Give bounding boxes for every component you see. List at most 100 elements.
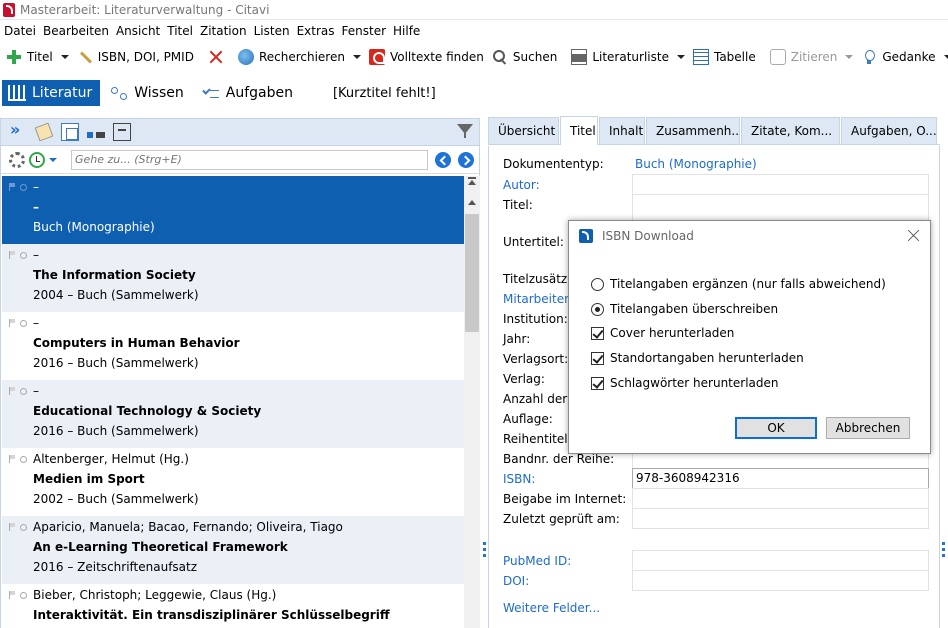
previous-arrow-icon[interactable] <box>435 151 451 168</box>
checkbox[interactable] <box>591 326 604 340</box>
module-knowledge[interactable]: Wissen <box>104 80 192 106</box>
author-label[interactable]: Autor: <box>503 178 540 192</box>
flag-icon[interactable] <box>9 455 16 463</box>
gear-icon[interactable] <box>9 151 25 168</box>
menu-bearbeiten[interactable]: Bearbeiten <box>41 24 114 38</box>
scroll-up-icon[interactable] <box>468 180 476 185</box>
list-item[interactable]: Altenberger, Helmut (Hg.) Medien im Spor… <box>2 448 464 516</box>
cancel-button[interactable]: Abbrechen <box>826 417 910 439</box>
more-fields-link[interactable]: Weitere Felder... <box>503 601 600 615</box>
menu-datei[interactable]: Datei <box>2 24 41 38</box>
research-button[interactable]: Recherchieren <box>234 45 365 69</box>
radio-button[interactable] <box>591 302 604 316</box>
reference-list-scrollbar[interactable] <box>464 176 480 628</box>
last-checked-field[interactable] <box>632 508 929 529</box>
option-keywords-checkbox[interactable]: Schlagwörter herunterladen <box>591 376 779 390</box>
scrollbar-thumb[interactable] <box>465 214 479 332</box>
delete-button[interactable] <box>204 45 228 69</box>
scroll-up-icon[interactable] <box>468 200 476 205</box>
chevron-down-icon[interactable] <box>60 54 69 59</box>
menu-titel[interactable]: Titel <box>165 24 198 38</box>
online-supplement-field[interactable] <box>632 488 929 509</box>
list-item[interactable]: – – Buch (Monographie) <box>2 176 464 244</box>
ok-button[interactable]: OK <box>735 417 817 439</box>
chevron-down-icon[interactable] <box>49 157 57 162</box>
export-icon[interactable] <box>113 123 131 141</box>
chevron-down-icon[interactable] <box>676 54 685 59</box>
menu-zitation[interactable]: Zitation <box>198 24 252 38</box>
status-circle-icon[interactable] <box>20 591 27 599</box>
tab-content[interactable]: Inhalt <box>599 117 645 144</box>
list-item[interactable]: – Computers in Human Behavior 2016 – Buc… <box>2 312 464 380</box>
doctype-link[interactable]: Buch (Monographie) <box>635 157 757 171</box>
documents-icon[interactable] <box>61 123 79 141</box>
filter-icon[interactable] <box>457 124 473 138</box>
pubmed-field[interactable] <box>632 550 929 571</box>
list-item[interactable]: Aparicio, Manuela; Bacao, Fernando; Oliv… <box>2 516 464 584</box>
edit-icon[interactable] <box>34 122 54 142</box>
pubmed-label[interactable]: PubMed ID: <box>503 554 571 568</box>
author-field[interactable] <box>632 174 929 195</box>
history-icon[interactable] <box>29 151 45 168</box>
goto-input[interactable] <box>71 149 428 170</box>
isbn-label[interactable]: ISBN: <box>503 472 535 486</box>
flag-icon[interactable] <box>9 591 16 599</box>
status-circle-icon[interactable] <box>20 455 27 463</box>
status-circle-icon[interactable] <box>20 319 27 327</box>
next-arrow-icon[interactable] <box>458 151 474 168</box>
status-circle-icon[interactable] <box>20 387 27 395</box>
status-circle-icon[interactable] <box>20 183 27 191</box>
doi-field[interactable] <box>632 570 929 591</box>
reference-list-button[interactable]: Literaturliste <box>567 45 689 69</box>
doi-label[interactable]: DOI: <box>503 574 529 588</box>
expand-chevrons-icon[interactable] <box>9 120 27 141</box>
flag-icon[interactable] <box>9 251 16 259</box>
scroll-top-icon[interactable] <box>468 177 476 179</box>
table-button[interactable]: Tabelle <box>689 45 760 69</box>
status-circle-icon[interactable] <box>20 523 27 531</box>
chevron-down-icon[interactable] <box>845 54 854 59</box>
module-literature[interactable]: Literatur <box>2 80 101 106</box>
flag-icon[interactable] <box>9 319 16 327</box>
menu-hilfe[interactable]: Hilfe <box>391 24 425 38</box>
option-supplement-radio[interactable]: Titelangaben ergänzen (nur falls abweich… <box>591 277 886 291</box>
isbn-doi-pmid-button[interactable]: ISBN, DOI, PMID <box>73 45 198 69</box>
flag-icon[interactable] <box>9 523 16 531</box>
contributors-label[interactable]: Mitarbeiter: <box>503 292 573 306</box>
tab-title[interactable]: Titel <box>560 116 598 145</box>
cite-button[interactable]: Zitieren <box>766 45 858 69</box>
status-circle-icon[interactable] <box>20 251 27 259</box>
idea-button[interactable]: Gedanke <box>857 45 948 69</box>
tab-tasks[interactable]: Aufgaben, O... <box>841 117 937 144</box>
radio-button[interactable] <box>591 277 604 291</box>
tab-quotations[interactable]: Zitate, Kom... <box>741 117 840 144</box>
search-button[interactable]: Suchen <box>488 45 561 69</box>
list-item[interactable]: – Educational Technology & Society 2016 … <box>2 380 464 448</box>
tab-overview[interactable]: Übersicht <box>488 117 559 144</box>
option-overwrite-radio[interactable]: Titelangaben überschreiben <box>591 302 778 316</box>
chevron-down-icon[interactable] <box>352 54 361 59</box>
tab-context[interactable]: Zusammenh... <box>646 117 740 144</box>
selection-icon[interactable] <box>87 131 105 138</box>
menu-fenster[interactable]: Fenster <box>340 24 392 38</box>
panel-splitter[interactable] <box>480 118 488 628</box>
splitter-grip-icon <box>483 548 486 551</box>
isbn-field[interactable]: 978-3608942316 <box>632 468 929 489</box>
flag-icon[interactable] <box>9 387 16 395</box>
menu-listen[interactable]: Listen <box>252 24 295 38</box>
add-title-button[interactable]: Titel <box>2 45 73 69</box>
list-item[interactable]: Bieber, Christoph; Leggewie, Claus (Hg.)… <box>2 584 464 628</box>
module-tasks[interactable]: Aufgaben <box>196 80 301 106</box>
right-splitter[interactable] <box>940 118 948 628</box>
flag-icon[interactable] <box>9 183 16 191</box>
option-location-checkbox[interactable]: Standortangaben herunterladen <box>591 351 804 365</box>
list-item[interactable]: – The Information Society 2004 – Buch (S… <box>2 244 464 312</box>
option-cover-checkbox[interactable]: Cover herunterladen <box>591 326 734 340</box>
close-icon[interactable] <box>908 229 920 241</box>
chevron-down-icon[interactable] <box>943 54 948 59</box>
menu-extras[interactable]: Extras <box>295 24 340 38</box>
menu-ansicht[interactable]: Ansicht <box>114 24 165 38</box>
checkbox[interactable] <box>591 376 604 390</box>
find-fulltext-button[interactable]: Volltexte finden <box>365 45 488 69</box>
checkbox[interactable] <box>591 351 604 365</box>
